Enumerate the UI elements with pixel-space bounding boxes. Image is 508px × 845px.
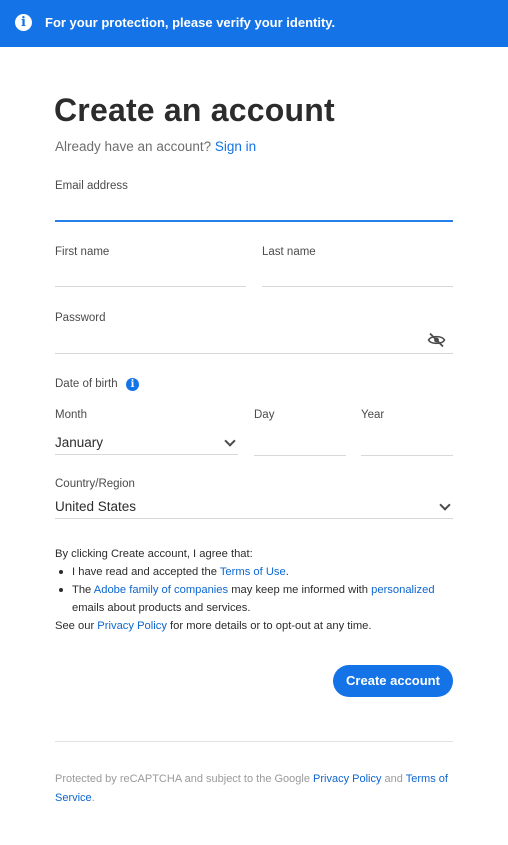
terms-item2-pre: The bbox=[72, 584, 94, 596]
day-label: Day bbox=[254, 409, 275, 421]
first-name-field[interactable] bbox=[55, 263, 246, 287]
month-select[interactable]: January bbox=[55, 431, 238, 455]
adobe-family-link[interactable]: Adobe family of companies bbox=[94, 584, 228, 596]
privacy-note: See our Privacy Policy for more details … bbox=[55, 617, 455, 635]
info-icon: i bbox=[15, 14, 32, 31]
recaptcha-and: and bbox=[381, 773, 406, 785]
terms-of-use-link[interactable]: Terms of Use bbox=[220, 566, 286, 578]
last-name-field[interactable] bbox=[262, 263, 453, 287]
terms-item2-post: emails about products and services. bbox=[72, 602, 251, 614]
chevron-down-icon bbox=[224, 435, 236, 447]
create-account-button[interactable]: Create account bbox=[333, 665, 453, 697]
recaptcha-pre: Protected by reCAPTCHA and subject to th… bbox=[55, 773, 314, 785]
last-name-label: Last name bbox=[262, 246, 316, 258]
terms-section: By clicking Create account, I agree that… bbox=[55, 545, 455, 635]
privacy-pre: See our bbox=[55, 620, 98, 632]
terms-item1-post: . bbox=[285, 566, 289, 578]
sign-in-link[interactable]: Sign in bbox=[215, 139, 256, 154]
recaptcha-notice: Protected by reCAPTCHA and subject to th… bbox=[55, 770, 455, 808]
info-icon[interactable]: i bbox=[126, 378, 139, 391]
terms-intro: By clicking Create account, I agree that… bbox=[55, 548, 253, 560]
google-privacy-policy-link[interactable]: Privacy Policy bbox=[313, 773, 381, 785]
terms-item1-pre: I have read and accepted the bbox=[72, 566, 220, 578]
privacy-policy-link[interactable]: Privacy Policy bbox=[97, 620, 167, 632]
page-title: Create an account bbox=[54, 92, 335, 128]
list-item: I have read and accepted the Terms of Us… bbox=[55, 563, 455, 581]
personalized-link[interactable]: personalized bbox=[371, 584, 434, 596]
terms-item2-mid: may keep me informed with bbox=[228, 584, 372, 596]
banner-text: For your protection, please verify your … bbox=[45, 15, 336, 30]
eye-slash-icon[interactable] bbox=[427, 332, 446, 348]
divider bbox=[55, 741, 453, 742]
list-item: The Adobe family of companies may keep m… bbox=[55, 581, 455, 617]
month-label: Month bbox=[55, 409, 87, 421]
dob-label: Date of birth bbox=[55, 378, 118, 390]
country-label: Country/Region bbox=[55, 478, 135, 490]
password-field[interactable] bbox=[55, 330, 453, 354]
email-label: Email address bbox=[55, 180, 128, 192]
day-field[interactable] bbox=[254, 432, 346, 456]
chevron-down-icon bbox=[439, 499, 451, 511]
first-name-label: First name bbox=[55, 246, 110, 258]
password-label: Password bbox=[55, 312, 106, 324]
year-label: Year bbox=[361, 409, 385, 421]
recaptcha-post: . bbox=[91, 792, 95, 804]
country-value: United States bbox=[55, 499, 137, 514]
signin-prompt: Already have an account? Sign in bbox=[55, 139, 256, 154]
terms-list: I have read and accepted the Terms of Us… bbox=[55, 563, 455, 617]
year-field[interactable] bbox=[361, 432, 453, 456]
month-value: January bbox=[55, 435, 104, 450]
already-have-account-text: Already have an account? bbox=[55, 139, 212, 154]
privacy-post: for more details or to opt-out at any ti… bbox=[166, 620, 372, 632]
email-field[interactable] bbox=[55, 198, 453, 222]
country-select[interactable]: United States bbox=[55, 495, 453, 519]
verification-banner: i For your protection, please verify you… bbox=[0, 0, 508, 47]
